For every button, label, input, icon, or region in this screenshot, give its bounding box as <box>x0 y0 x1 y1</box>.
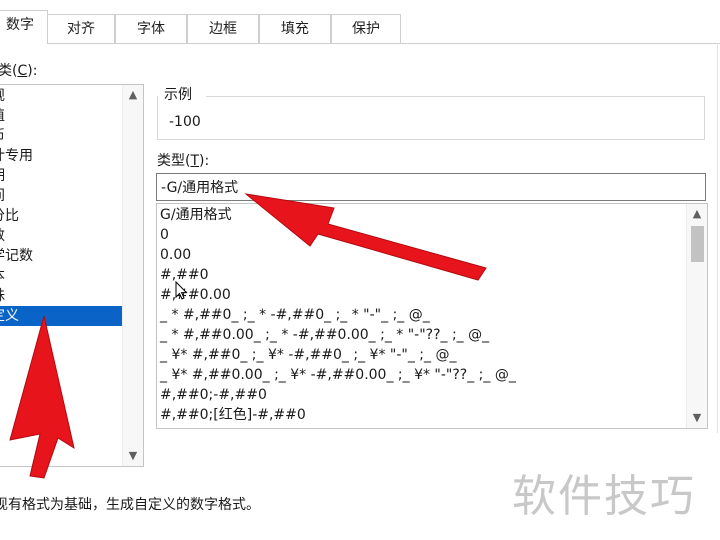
format-item[interactable]: #,##0.00 <box>160 285 231 305</box>
format-item[interactable]: G/通用格式 <box>160 205 232 225</box>
format-item[interactable]: _ ¥* #,##0.00_ ;_ ¥* -#,##0.00_ ;_ ¥* "-… <box>160 365 520 385</box>
category-item[interactable]: 本 <box>0 266 122 286</box>
format-item[interactable]: _ ¥* #,##0_ ;_ ¥* -#,##0_ ;_ ¥* "-"_ ;_ … <box>160 345 461 365</box>
category-item[interactable]: 值 <box>0 106 122 126</box>
sample-legend: 示例 <box>158 84 198 104</box>
tab-fill-label: 填充 <box>281 21 309 37</box>
tab-alignment-label: 对齐 <box>67 21 95 37</box>
category-label: 类(C): <box>0 63 38 79</box>
tab-border-label: 边框 <box>209 21 237 37</box>
scroll-down-icon[interactable]: ▼ <box>123 447 143 465</box>
category-item[interactable]: 币 <box>0 126 122 146</box>
format-item[interactable]: 0 <box>160 225 169 245</box>
tab-divider <box>0 43 720 44</box>
mouse-cursor-icon <box>175 281 188 300</box>
category-item[interactable]: 计专用 <box>0 146 122 166</box>
sample-value: -100 <box>169 114 201 130</box>
tab-alignment[interactable]: 对齐 <box>47 14 115 43</box>
tab-fill[interactable]: 填充 <box>259 14 331 43</box>
type-input[interactable] <box>156 173 706 201</box>
sample-group <box>157 96 705 140</box>
category-item[interactable]: 殊 <box>0 286 122 306</box>
format-item[interactable]: 0.00 <box>160 245 191 265</box>
category-item[interactable]: 期 <box>0 166 122 186</box>
format-item[interactable]: _ * #,##0.00_ ;_ * -#,##0.00_ ;_ * "-"??… <box>160 325 494 345</box>
category-item-custom-selected[interactable]: 定义 <box>0 306 122 326</box>
format-list[interactable]: G/通用格式 0 0.00 #,##0 #,##0.00 _ * #,##0_ … <box>156 203 708 429</box>
category-item[interactable]: 规 <box>0 86 122 106</box>
tab-protection-label: 保护 <box>352 21 380 37</box>
scroll-down-icon[interactable]: ▼ <box>687 409 707 427</box>
tab-border[interactable]: 边框 <box>187 14 259 43</box>
format-scrollbar[interactable]: ▲ ▼ <box>686 204 707 428</box>
format-item[interactable]: _ * #,##0_ ;_ * -#,##0_ ;_ * "-"_ ;_ @_ <box>160 305 434 325</box>
tab-font-label: 字体 <box>137 21 165 37</box>
category-list[interactable]: 规 值 币 计专用 期 间 分比 数 学记数 本 殊 定义 ▲ ▼ <box>0 84 144 467</box>
scroll-up-icon[interactable]: ▲ <box>687 205 707 223</box>
type-label: 类型(T): <box>157 153 210 169</box>
tab-bar: 数字 对齐 字体 边框 填充 保护 <box>0 0 720 44</box>
category-item[interactable]: 学记数 <box>0 246 122 266</box>
scroll-up-icon[interactable]: ▲ <box>123 86 143 104</box>
category-item[interactable]: 数 <box>0 226 122 246</box>
format-item[interactable]: #,##0;-#,##0 <box>160 385 267 405</box>
category-item[interactable]: 分比 <box>0 206 122 226</box>
category-scrollbar[interactable]: ▲ ▼ <box>122 85 143 466</box>
tab-number[interactable]: 数字 <box>0 10 48 44</box>
tab-number-label: 数字 <box>6 17 34 33</box>
dialog-right-border <box>717 43 718 433</box>
description-text: 现有格式为基础，生成自定义的数字格式。 <box>0 497 260 513</box>
format-item[interactable]: #,##0;[红色]-#,##0 <box>160 405 306 425</box>
watermark: 软件技巧 <box>512 471 696 522</box>
sample-border-top-right <box>206 96 705 97</box>
tab-font[interactable]: 字体 <box>115 14 187 43</box>
category-item[interactable]: 间 <box>0 186 122 206</box>
scroll-thumb[interactable] <box>691 226 704 262</box>
tab-protection[interactable]: 保护 <box>331 14 401 43</box>
